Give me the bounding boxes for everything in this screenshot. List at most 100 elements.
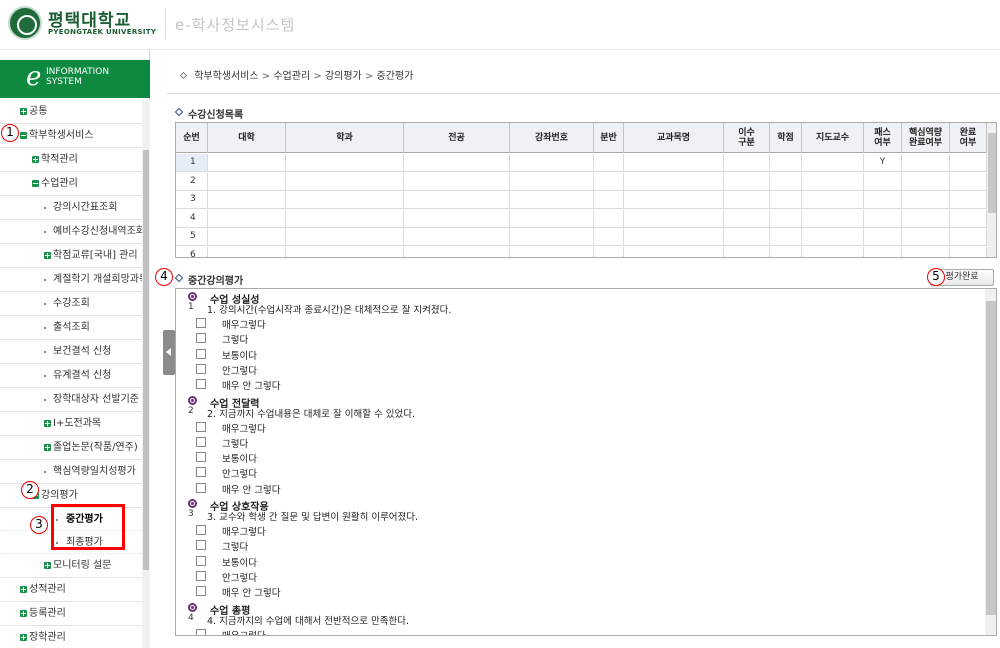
table-cell[interactable] (208, 191, 286, 210)
table-cell[interactable] (286, 247, 404, 257)
pass-cell[interactable]: Y (864, 154, 902, 172)
column-header[interactable]: 분반 (594, 123, 624, 153)
sidebar-item[interactable]: 학적관리 (0, 148, 142, 172)
table-cell[interactable] (724, 154, 770, 172)
sidebar-item[interactable]: 장학관리 (0, 626, 142, 648)
answer-checkbox[interactable] (196, 570, 206, 581)
column-header[interactable]: 패스 여부 (864, 123, 902, 153)
table-cell[interactable] (404, 209, 510, 228)
column-header[interactable]: 강좌번호 (510, 123, 594, 153)
table-cell[interactable] (802, 172, 864, 191)
row-number[interactable]: 5 (176, 228, 208, 247)
pass-cell[interactable] (864, 209, 902, 228)
column-header[interactable]: 학과 (286, 123, 404, 153)
sidebar-item[interactable]: 모니터링 설문 (0, 554, 142, 578)
sidebar-item[interactable]: 예비수강신청내역조회 (0, 220, 142, 244)
answer-checkbox[interactable] (196, 333, 206, 344)
sidebar-item[interactable]: 공통 (0, 100, 142, 124)
table-cell[interactable] (950, 154, 987, 172)
table-scrollbar-thumb[interactable] (988, 133, 996, 213)
sidebar-item[interactable]: 출석조회 (0, 316, 142, 340)
table-cell[interactable] (770, 209, 802, 228)
table-cell[interactable] (510, 154, 594, 172)
breadcrumb-item[interactable]: 강의평가 (325, 71, 362, 82)
table-cell[interactable] (624, 209, 724, 228)
answer-checkbox[interactable] (196, 318, 206, 328)
table-cell[interactable] (624, 154, 724, 172)
sidebar-item[interactable]: 학점교류[국내] 관리 (0, 244, 142, 268)
answer-checkbox[interactable] (196, 482, 206, 493)
column-header[interactable]: 교과목명 (624, 123, 724, 153)
sidebar-collapse-handle[interactable] (163, 330, 175, 375)
pass-cell[interactable] (864, 228, 902, 247)
answer-checkbox[interactable] (196, 348, 206, 359)
table-cell[interactable] (594, 228, 624, 247)
table-cell[interactable] (286, 191, 404, 210)
sidebar-item[interactable]: 등록관리 (0, 602, 142, 626)
evaluation-scrollbar-thumb[interactable] (986, 301, 996, 615)
answer-checkbox[interactable] (196, 363, 206, 374)
table-cell[interactable] (594, 209, 624, 228)
row-number[interactable]: 1 (176, 154, 208, 172)
table-cell[interactable] (286, 172, 404, 191)
table-cell[interactable] (510, 172, 594, 191)
table-cell[interactable] (902, 228, 950, 247)
table-cell[interactable] (902, 172, 950, 191)
table-cell[interactable] (624, 191, 724, 210)
answer-checkbox[interactable] (196, 467, 206, 478)
table-cell[interactable] (404, 228, 510, 247)
row-number[interactable]: 3 (176, 191, 208, 210)
answer-checkbox[interactable] (196, 452, 206, 463)
pass-cell[interactable] (864, 247, 902, 257)
table-cell[interactable] (404, 191, 510, 210)
table-cell[interactable] (286, 154, 404, 172)
sidebar-item[interactable]: 졸업논문(작품/연주) (0, 436, 142, 460)
table-cell[interactable] (724, 191, 770, 210)
table-cell[interactable] (208, 172, 286, 191)
sidebar-item[interactable]: 강의시간표조회 (0, 196, 142, 220)
column-header[interactable]: 학점 (770, 123, 802, 153)
table-cell[interactable] (950, 247, 987, 257)
sidebar-item[interactable]: 핵심역량일치성평가 (0, 460, 142, 484)
pass-cell[interactable] (864, 172, 902, 191)
row-number[interactable]: 6 (176, 247, 208, 257)
answer-checkbox[interactable] (196, 586, 206, 597)
table-cell[interactable] (724, 209, 770, 228)
sidebar-scrollbar-thumb[interactable] (143, 150, 149, 570)
table-cell[interactable] (404, 247, 510, 257)
table-cell[interactable] (624, 172, 724, 191)
table-cell[interactable] (724, 228, 770, 247)
answer-checkbox[interactable] (196, 379, 206, 390)
table-cell[interactable] (950, 228, 987, 247)
breadcrumb-item[interactable]: 학부학생서비스 (194, 71, 258, 82)
information-system-banner[interactable]: e INFORMATION SYSTEM (0, 60, 150, 98)
column-header[interactable]: 완료 여부 (950, 123, 987, 153)
table-cell[interactable] (594, 247, 624, 257)
table-cell[interactable] (950, 191, 987, 210)
answer-checkbox[interactable] (196, 525, 206, 535)
column-header[interactable]: 대학 (208, 123, 286, 153)
sidebar-item[interactable]: 성적관리 (0, 578, 142, 602)
column-header[interactable]: 전공 (404, 123, 510, 153)
sidebar-item[interactable]: 보건결석 신청 (0, 340, 142, 364)
table-cell[interactable] (802, 228, 864, 247)
table-cell[interactable] (902, 154, 950, 172)
pass-cell[interactable] (864, 191, 902, 210)
sidebar-item[interactable]: I+도전과목 (0, 412, 142, 436)
column-header[interactable]: 핵심역량 완료여부 (902, 123, 950, 153)
table-cell[interactable] (510, 209, 594, 228)
table-cell[interactable] (724, 247, 770, 257)
row-number[interactable]: 2 (176, 172, 208, 191)
sidebar-item[interactable]: 유계결석 신청 (0, 364, 142, 388)
table-cell[interactable] (950, 172, 987, 191)
sidebar-item[interactable]: 장학대상자 선발기준 (0, 388, 142, 412)
table-cell[interactable] (594, 154, 624, 172)
table-cell[interactable] (510, 191, 594, 210)
sidebar-item[interactable]: 계절학기 개설희망과목 (0, 268, 142, 292)
answer-checkbox[interactable] (196, 555, 206, 566)
table-cell[interactable] (404, 154, 510, 172)
row-number[interactable]: 4 (176, 209, 208, 228)
table-cell[interactable] (902, 209, 950, 228)
answer-checkbox[interactable] (196, 540, 206, 551)
answer-checkbox[interactable] (196, 436, 206, 447)
